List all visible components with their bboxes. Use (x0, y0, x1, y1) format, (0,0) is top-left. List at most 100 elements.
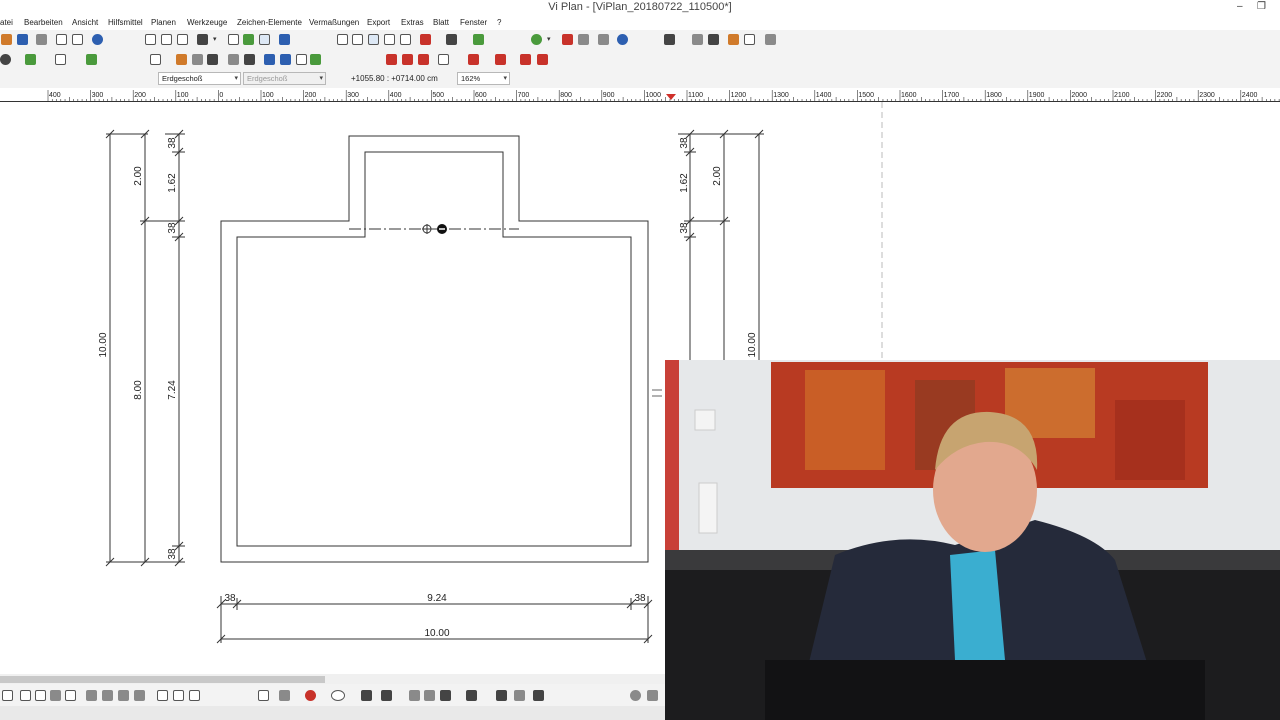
menu-planen[interactable]: Planen (151, 18, 176, 27)
trim-icon[interactable] (102, 690, 113, 701)
target-icon[interactable] (531, 34, 542, 45)
scrollbar-thumb[interactable] (0, 676, 325, 683)
paint-icon[interactable] (446, 34, 457, 45)
layer-icon[interactable] (55, 54, 66, 65)
menu-ansicht[interactable]: Ansicht (72, 18, 98, 27)
stamp-icon[interactable] (424, 690, 435, 701)
bucket-icon[interactable] (468, 54, 479, 65)
window-tool-icon[interactable] (264, 54, 275, 65)
hierarchy-icon[interactable] (578, 34, 589, 45)
eraser-icon[interactable] (438, 54, 449, 65)
menu-hilfsmittel[interactable]: Hilfsmittel (108, 18, 143, 27)
circle-icon[interactable] (305, 690, 316, 701)
euro-icon[interactable] (617, 34, 628, 45)
home-icon[interactable] (25, 54, 36, 65)
select-icon[interactable] (228, 34, 239, 45)
info-icon[interactable] (92, 34, 103, 45)
page-icon[interactable] (145, 34, 156, 45)
menu-help[interactable]: ? (497, 18, 501, 27)
roof-icon[interactable] (400, 34, 411, 45)
menu-extras[interactable]: Extras (401, 18, 424, 27)
text-icon[interactable] (361, 690, 372, 701)
ellipse-icon[interactable] (331, 690, 345, 701)
open-icon[interactable] (1, 34, 12, 45)
door-tool-icon[interactable] (280, 54, 291, 65)
pan-icon[interactable] (197, 34, 208, 45)
wrench-icon[interactable] (708, 34, 719, 45)
maximize-button[interactable]: ❐ (1257, 1, 1266, 12)
chevron-down-icon[interactable]: ▾ (213, 35, 217, 43)
opening-icon[interactable] (296, 54, 307, 65)
wall-icon[interactable] (352, 34, 363, 45)
mirror-icon[interactable] (50, 690, 61, 701)
door-icon[interactable] (368, 34, 379, 45)
camera-icon[interactable] (765, 34, 776, 45)
delete-element-icon[interactable] (420, 34, 431, 45)
grid-toggle-icon[interactable] (337, 34, 348, 45)
pdf-icon[interactable] (386, 54, 397, 65)
rotate-icon[interactable] (35, 690, 46, 701)
dimension-icon[interactable] (496, 690, 507, 701)
menu-datei[interactable]: atei (0, 18, 13, 27)
stair-icon[interactable] (384, 34, 395, 45)
house-3d-icon[interactable] (473, 34, 484, 45)
hatch-icon[interactable] (228, 54, 239, 65)
menu-blatt[interactable]: Blatt (433, 18, 449, 27)
undo-icon[interactable] (65, 690, 76, 701)
menu-werkzeuge[interactable]: Werkzeuge (187, 18, 227, 27)
fill-icon[interactable] (466, 690, 477, 701)
paste-icon[interactable] (72, 34, 83, 45)
menu-export[interactable]: Export (367, 18, 390, 27)
grid-icon[interactable] (259, 34, 270, 45)
measure-icon[interactable] (279, 34, 290, 45)
pen-icon[interactable] (664, 34, 675, 45)
menu-bearbeiten[interactable]: Bearbeiten (24, 18, 63, 27)
document-icon[interactable] (258, 690, 269, 701)
tools-icon[interactable] (692, 34, 703, 45)
zoom-select[interactable]: 162% ▾ (457, 72, 510, 85)
edit-icon[interactable] (728, 34, 739, 45)
flag-icon[interactable] (537, 54, 548, 65)
minimize-button[interactable]: – (1237, 1, 1243, 12)
calculator-icon[interactable] (598, 34, 609, 45)
menu-fenster[interactable]: Fenster (460, 18, 487, 27)
image-icon[interactable] (744, 34, 755, 45)
globe-icon[interactable] (630, 690, 641, 701)
hatch-tool-icon[interactable] (381, 690, 392, 701)
layers-icon[interactable] (0, 54, 11, 65)
roof-red-icon[interactable] (495, 54, 506, 65)
horizontal-scrollbar[interactable] (0, 674, 665, 684)
zoom-icon[interactable] (177, 34, 188, 45)
chevron-down-icon[interactable]: ▾ (547, 35, 551, 43)
hand-icon[interactable] (409, 690, 420, 701)
floor-select[interactable]: Erdgeschoß ▾ (158, 72, 241, 85)
zoom-window-icon[interactable] (161, 34, 172, 45)
square-icon[interactable] (514, 690, 525, 701)
menu-zeichen-elemente[interactable]: Zeichen-Elemente (237, 18, 302, 27)
save-icon[interactable] (17, 34, 28, 45)
layer-toggle-icon[interactable] (647, 690, 658, 701)
heart-icon[interactable] (520, 54, 531, 65)
wall-tool-icon[interactable] (150, 54, 161, 65)
move-icon[interactable] (20, 690, 31, 701)
print-icon[interactable] (36, 34, 47, 45)
furniture-icon[interactable] (244, 54, 255, 65)
menu-vermassungen[interactable]: Vermaßungen (309, 18, 359, 27)
snap-icon[interactable] (243, 34, 254, 45)
pdf-settings-icon[interactable] (418, 54, 429, 65)
text-cursor-icon[interactable] (207, 54, 218, 65)
roof-tool-icon[interactable] (86, 54, 97, 65)
terrain-icon[interactable] (310, 54, 321, 65)
pencil-icon[interactable] (440, 690, 451, 701)
offset-icon[interactable] (134, 690, 145, 701)
line-icon[interactable] (279, 690, 290, 701)
arrow-left-icon[interactable] (157, 690, 168, 701)
close-icon[interactable] (562, 34, 573, 45)
stair-tool-icon[interactable] (176, 54, 187, 65)
pillar-icon[interactable] (192, 54, 203, 65)
settings-icon[interactable] (533, 690, 544, 701)
pdf-export-icon[interactable] (402, 54, 413, 65)
copy-icon[interactable] (56, 34, 67, 45)
extend-icon[interactable] (118, 690, 129, 701)
scissors-icon[interactable] (86, 690, 97, 701)
